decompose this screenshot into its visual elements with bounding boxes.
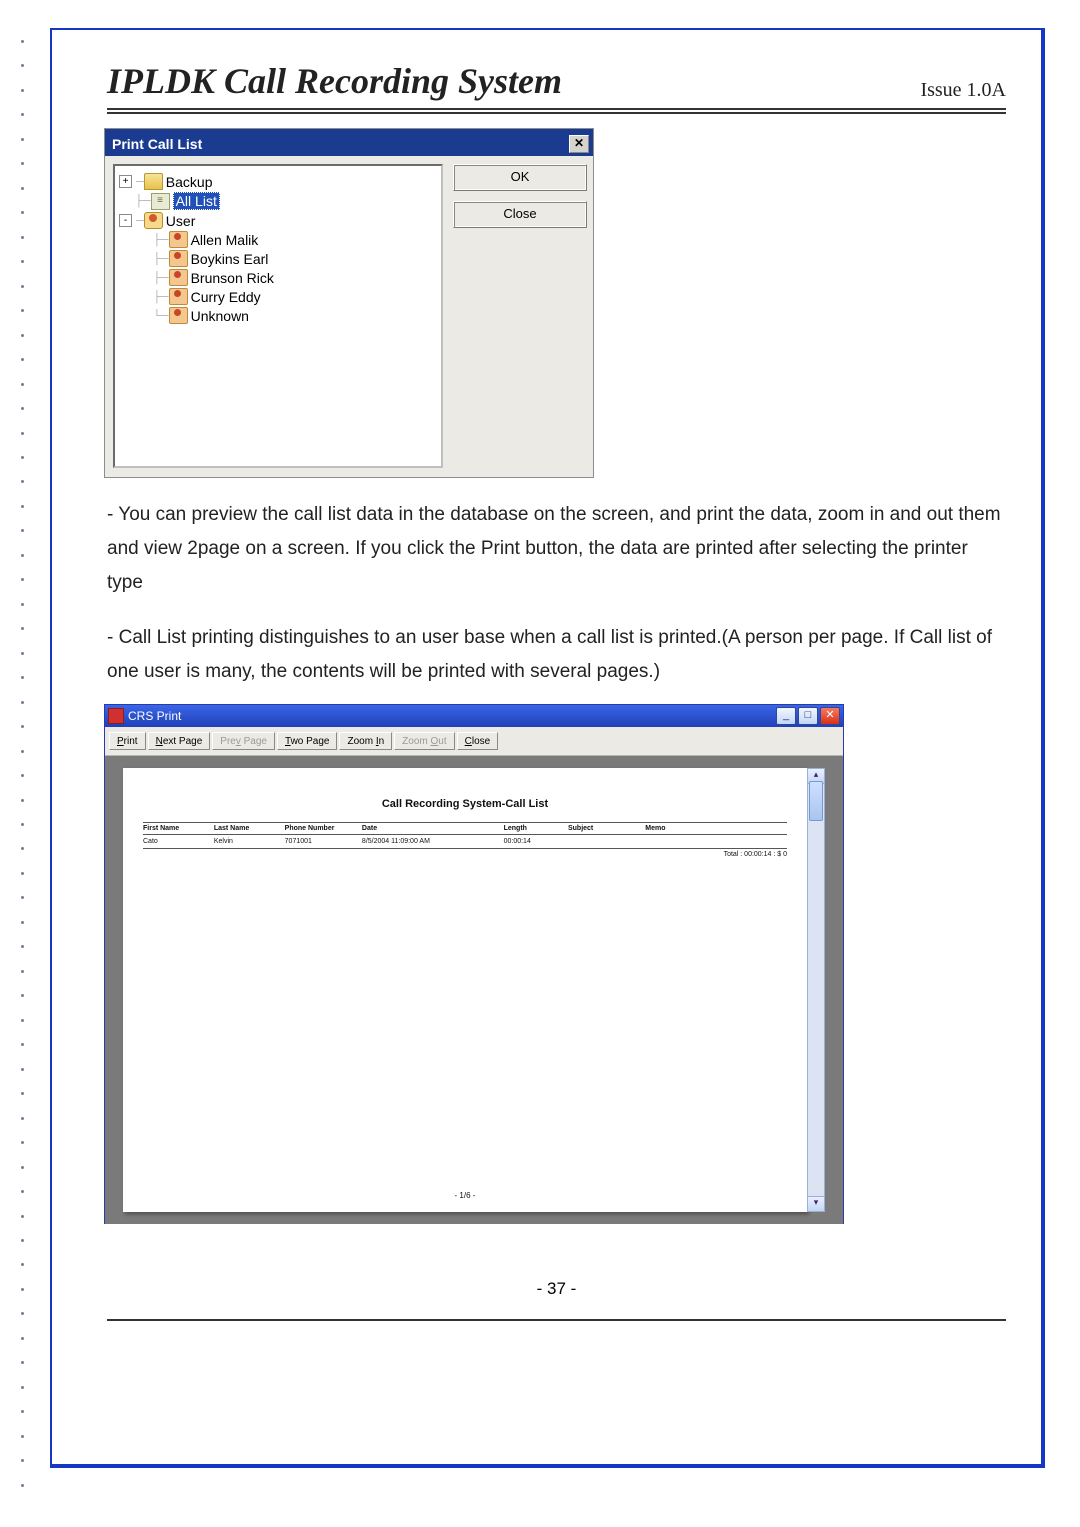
user-icon xyxy=(169,307,188,324)
tree-node-user-item[interactable]: ├─ Curry Eddy xyxy=(119,287,437,306)
cell-length: 00:00:14 xyxy=(504,838,568,845)
expand-icon[interactable]: + xyxy=(119,175,132,188)
user-icon xyxy=(169,231,188,248)
user-group-icon xyxy=(144,212,163,229)
zoom-in-button[interactable]: Zoom In xyxy=(339,732,392,750)
dialog-titlebar: Print Call List ✕ xyxy=(105,129,593,156)
preview-page: Call Recording System-Call List First Na… xyxy=(123,768,807,1212)
print-call-list-dialog: Print Call List ✕ + ─ Backup ├─ All List… xyxy=(104,128,594,478)
col-first-name: First Name xyxy=(143,825,214,832)
footer-rule xyxy=(107,1319,1006,1321)
tree-node-all-list[interactable]: ├─ All List xyxy=(119,191,437,211)
tree-label: Unknown xyxy=(191,308,249,324)
tree-label: Backup xyxy=(166,174,213,190)
tree-label: Boykins Earl xyxy=(191,251,269,267)
crs-title-text: CRS Print xyxy=(128,709,181,723)
crs-titlebar: CRS Print _ □ ✕ xyxy=(105,705,843,727)
two-page-button[interactable]: Two Page xyxy=(277,732,337,750)
window-buttons: _ □ ✕ xyxy=(776,707,840,725)
zoom-out-button: Zoom Out xyxy=(394,732,454,750)
document-title: IPLDK Call Recording System xyxy=(107,60,562,102)
collapse-icon[interactable]: - xyxy=(119,214,132,227)
body-paragraph: - Call List printing distinguishes to an… xyxy=(107,621,1006,689)
col-last-name: Last Name xyxy=(214,825,285,832)
tree-label: Allen Malik xyxy=(191,232,259,248)
col-subject: Subject xyxy=(568,825,645,832)
list-icon xyxy=(151,193,170,210)
user-icon xyxy=(169,269,188,286)
prev-page-button: Prev Page xyxy=(212,732,275,750)
app-icon xyxy=(108,708,124,724)
page-number: - 37 - xyxy=(107,1279,1006,1299)
col-phone: Phone Number xyxy=(285,825,362,832)
crs-print-window: CRS Print _ □ ✕ Print Next Page Prev Pag… xyxy=(104,704,844,1224)
maximize-icon[interactable]: □ xyxy=(798,707,818,725)
dialog-title-text: Print Call List xyxy=(112,136,202,152)
cell-last: Kelvin xyxy=(214,838,285,845)
table-total: Total : 00:00:14 : $ 0 xyxy=(143,848,787,858)
col-date: Date xyxy=(362,825,504,832)
ok-button[interactable]: OK xyxy=(453,164,587,191)
cell-date: 8/5/2004 11:09:00 AM xyxy=(362,838,504,845)
body-paragraph: - You can preview the call list data in … xyxy=(107,498,1006,601)
document-header: IPLDK Call Recording System Issue 1.0A xyxy=(107,60,1006,114)
tree-label: Curry Eddy xyxy=(191,289,261,305)
tree-label: User xyxy=(166,213,196,229)
print-button[interactable]: Print xyxy=(109,732,146,750)
scroll-thumb[interactable] xyxy=(809,781,823,821)
close-button[interactable]: Close xyxy=(457,732,499,750)
dialog-button-panel: OK Close xyxy=(453,164,585,468)
close-button[interactable]: Close xyxy=(453,201,587,228)
col-memo: Memo xyxy=(645,825,787,832)
preview-page-footer: - 1/6 - xyxy=(123,1191,807,1200)
cell-memo xyxy=(645,838,787,845)
tree-node-backup[interactable]: + ─ Backup xyxy=(119,172,437,191)
page-frame: IPLDK Call Recording System Issue 1.0A P… xyxy=(50,28,1045,1468)
close-icon[interactable]: ✕ xyxy=(569,135,589,153)
crs-toolbar: Print Next Page Prev Page Two Page Zoom … xyxy=(105,727,843,756)
user-icon xyxy=(169,250,188,267)
tree-node-user[interactable]: - ─ User xyxy=(119,211,437,230)
table-row: Cato Kelvin 7071001 8/5/2004 11:09:00 AM… xyxy=(143,835,787,848)
minimize-icon[interactable]: _ xyxy=(776,707,796,725)
tree-node-user-item[interactable]: ├─ Brunson Rick xyxy=(119,268,437,287)
table-header: First Name Last Name Phone Number Date L… xyxy=(143,823,787,835)
cell-first: Cato xyxy=(143,838,214,845)
report-title: Call Recording System-Call List xyxy=(143,798,787,810)
tree-label: Brunson Rick xyxy=(191,270,274,286)
tree-label-selected: All List xyxy=(173,192,220,210)
user-icon xyxy=(169,288,188,305)
tree-view[interactable]: + ─ Backup ├─ All List - ─ User ├ xyxy=(113,164,443,468)
cell-subject xyxy=(568,838,645,845)
spiral-binding xyxy=(18,40,28,1487)
tree-node-user-item[interactable]: ├─ Allen Malik xyxy=(119,230,437,249)
cell-phone: 7071001 xyxy=(285,838,362,845)
document-issue: Issue 1.0A xyxy=(920,79,1006,102)
crs-preview-area: Call Recording System-Call List First Na… xyxy=(105,756,843,1224)
scroll-down-icon[interactable]: ▾ xyxy=(808,1196,824,1211)
tree-node-user-item[interactable]: └─ Unknown xyxy=(119,306,437,325)
tree-node-user-item[interactable]: ├─ Boykins Earl xyxy=(119,249,437,268)
next-page-button[interactable]: Next Page xyxy=(148,732,211,750)
report-table: First Name Last Name Phone Number Date L… xyxy=(143,822,787,858)
close-icon[interactable]: ✕ xyxy=(820,707,840,725)
vertical-scrollbar[interactable]: ▴ ▾ xyxy=(807,768,825,1212)
folder-icon xyxy=(144,173,163,190)
col-length: Length xyxy=(504,825,568,832)
